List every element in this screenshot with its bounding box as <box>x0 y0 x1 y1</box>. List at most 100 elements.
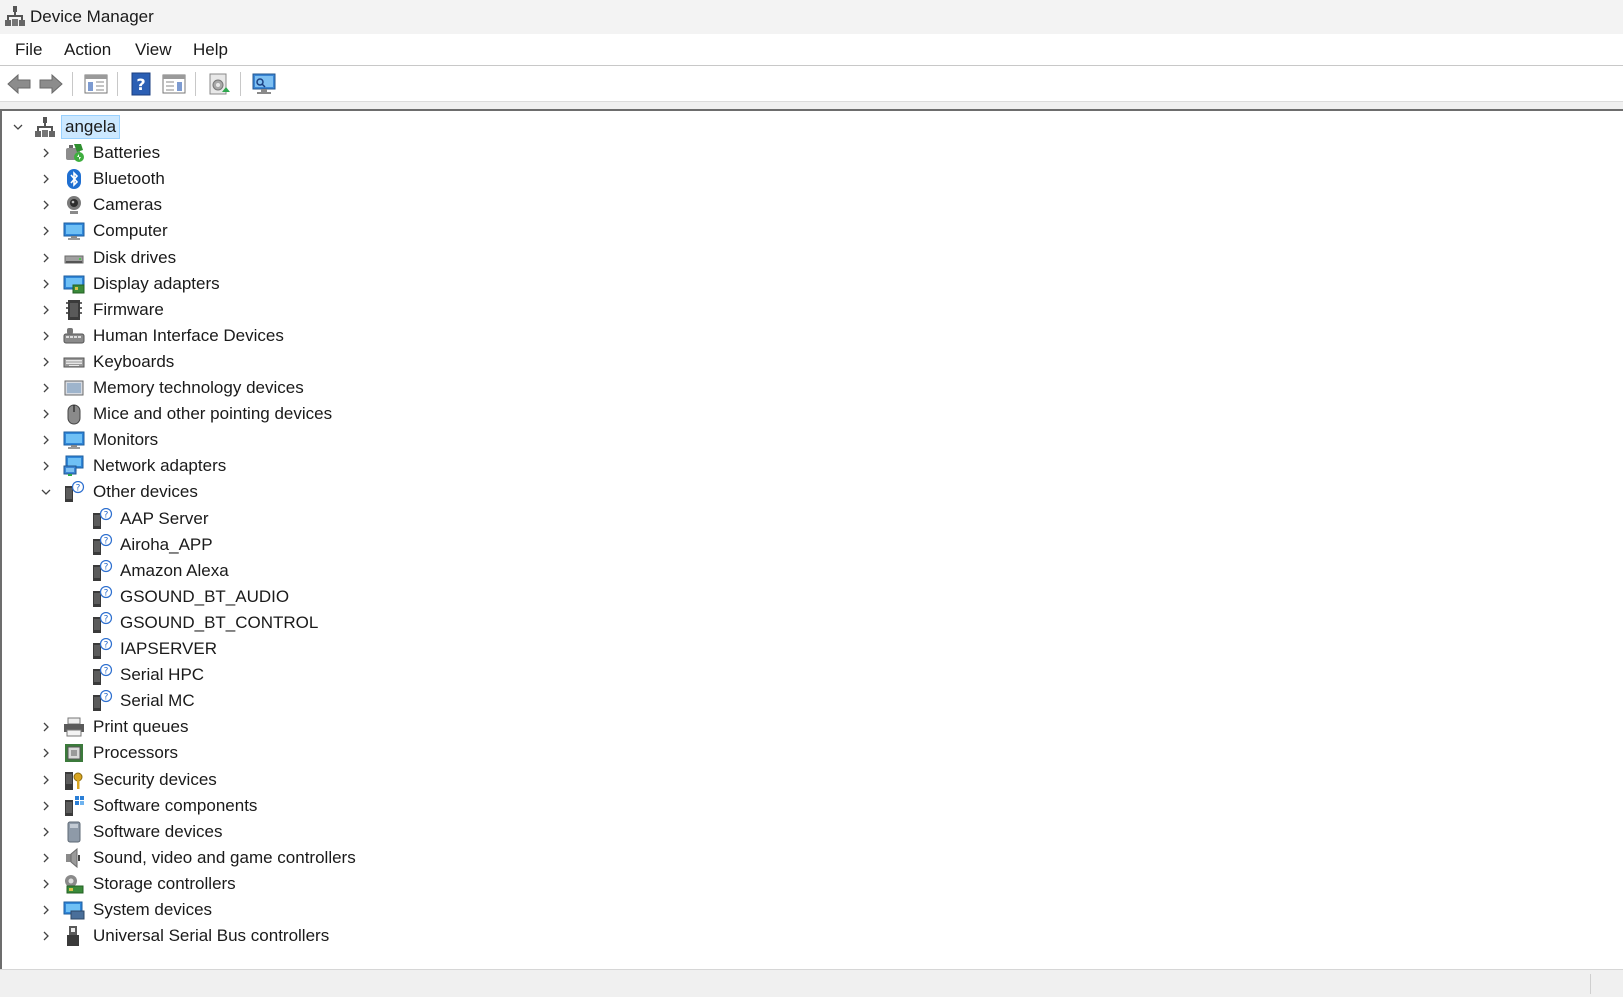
forward-button[interactable] <box>37 70 65 98</box>
expand-toggle[interactable] <box>40 330 52 342</box>
device-label: Amazon Alexa <box>120 560 229 580</box>
display-adapter-icon <box>63 275 85 294</box>
update-driver-button[interactable] <box>205 70 233 98</box>
expand-toggle[interactable] <box>40 930 52 942</box>
menu-help[interactable]: Help <box>191 40 230 60</box>
tree-category[interactable]: Cameras <box>2 192 1623 218</box>
tree-category[interactable]: Universal Serial Bus controllers <box>2 923 1623 949</box>
expand-toggle[interactable] <box>40 826 52 838</box>
tree-category[interactable]: Batteries <box>2 140 1623 166</box>
tree-category[interactable]: Human Interface Devices <box>2 323 1623 349</box>
device-label: Serial MC <box>120 691 195 711</box>
tree-category[interactable]: ? Other devices <box>2 479 1623 505</box>
unknown-device-icon: ? <box>93 585 113 607</box>
expand-toggle[interactable] <box>40 800 52 812</box>
expand-toggle[interactable] <box>40 852 52 864</box>
tree-device[interactable]: ? GSOUND_BT_CONTROL <box>2 610 1623 636</box>
svg-text:?: ? <box>104 536 109 546</box>
tree-device[interactable]: ? GSOUND_BT_AUDIO <box>2 584 1623 610</box>
tree-root[interactable]: angela <box>2 114 1623 140</box>
expand-toggle[interactable] <box>40 199 52 211</box>
chevron-down-icon <box>13 124 23 130</box>
show-hide-console-tree-button[interactable] <box>82 70 110 98</box>
tree-device[interactable]: ? IAPSERVER <box>2 636 1623 662</box>
network-adapter-icon <box>63 455 84 477</box>
expand-toggle[interactable] <box>40 904 52 916</box>
category-label: Cameras <box>93 195 162 215</box>
menu-view[interactable]: View <box>133 40 174 60</box>
unknown-device-icon: ? <box>93 507 113 529</box>
tree-category[interactable]: Firmware <box>2 297 1623 323</box>
tree-category[interactable]: Disk drives <box>2 245 1623 271</box>
expand-toggle[interactable] <box>40 774 52 786</box>
unknown-device-icon: ? <box>93 638 113 659</box>
expand-toggle[interactable] <box>40 434 52 446</box>
tree-device[interactable]: ? AAP Server <box>2 506 1623 532</box>
tree-device[interactable]: ? Amazon Alexa <box>2 558 1623 584</box>
tree-device[interactable]: ? Serial MC <box>2 688 1623 714</box>
tree-category[interactable]: Security devices <box>2 767 1623 793</box>
window-title: Device Manager <box>30 7 154 26</box>
update-driver-icon <box>209 73 230 95</box>
expand-toggle[interactable] <box>40 878 52 890</box>
expand-toggle[interactable] <box>40 382 52 394</box>
chevron-right-icon <box>43 253 49 262</box>
category-label: Sound, video and game controllers <box>93 847 356 867</box>
chevron-right-icon <box>43 879 49 889</box>
expand-toggle[interactable] <box>40 486 52 498</box>
menu-action[interactable]: Action <box>62 40 113 60</box>
expand-toggle[interactable] <box>12 121 24 133</box>
svg-text:?: ? <box>104 614 109 624</box>
tree-category[interactable]: System devices <box>2 897 1623 923</box>
status-divider <box>1590 974 1591 994</box>
expand-toggle[interactable] <box>40 304 52 316</box>
tree-category[interactable]: Mice and other pointing devices <box>2 401 1623 427</box>
tree-category[interactable]: Storage controllers <box>2 871 1623 897</box>
tree-category[interactable]: Display adapters <box>2 271 1623 297</box>
chevron-right-icon <box>43 331 49 341</box>
category-label: Computer <box>93 221 168 241</box>
tree-category[interactable]: Memory technology devices <box>2 375 1623 401</box>
expand-toggle[interactable] <box>40 408 52 420</box>
tree-category[interactable]: Computer <box>2 218 1623 244</box>
category-label: Memory technology devices <box>93 378 304 397</box>
tree-device[interactable]: ? Airoha_APP <box>2 532 1623 558</box>
status-bar <box>0 969 1623 997</box>
expand-toggle[interactable] <box>40 721 52 733</box>
svg-text:?: ? <box>104 510 109 520</box>
expand-toggle[interactable] <box>40 278 52 290</box>
tree-category[interactable]: Software components <box>2 793 1623 819</box>
chevron-right-icon <box>43 357 49 367</box>
expand-toggle[interactable] <box>40 356 52 368</box>
expand-toggle[interactable] <box>40 252 52 264</box>
expand-toggle[interactable] <box>40 460 52 472</box>
tree-device[interactable]: ? Serial HPC <box>2 662 1623 688</box>
expand-toggle[interactable] <box>40 147 52 159</box>
category-label: Bluetooth <box>93 169 165 189</box>
tree-category[interactable]: Software devices <box>2 819 1623 845</box>
device-tree[interactable]: angela Batteries Bluetooth Cameras Computer D… <box>0 111 1623 969</box>
help-button[interactable]: ? <box>127 70 155 98</box>
back-button[interactable] <box>5 70 33 98</box>
tree-category[interactable]: Bluetooth <box>2 166 1623 192</box>
category-label: Storage controllers <box>93 873 236 893</box>
device-label: AAP Server <box>120 508 209 528</box>
chevron-right-icon <box>43 931 49 941</box>
action-pane-icon <box>162 74 186 94</box>
tree-category[interactable]: Keyboards <box>2 349 1623 375</box>
tree-category[interactable]: Sound, video and game controllers <box>2 845 1623 871</box>
expand-toggle[interactable] <box>40 225 52 237</box>
scan-hardware-button[interactable] <box>250 70 278 98</box>
firmware-icon <box>66 299 82 320</box>
menu-file[interactable]: File <box>13 40 44 60</box>
tree-category[interactable]: Print queues <box>2 714 1623 740</box>
category-label: System devices <box>93 900 213 919</box>
show-hide-action-pane-button[interactable] <box>160 70 188 98</box>
tree-category[interactable]: Network adapters <box>2 453 1623 479</box>
scan-hardware-icon <box>252 73 276 94</box>
device-label: GSOUND_BT_AUDIO <box>120 586 290 606</box>
tree-category[interactable]: Monitors <box>2 427 1623 453</box>
expand-toggle[interactable] <box>40 747 52 759</box>
expand-toggle[interactable] <box>40 173 52 185</box>
tree-category[interactable]: Processors <box>2 740 1623 766</box>
